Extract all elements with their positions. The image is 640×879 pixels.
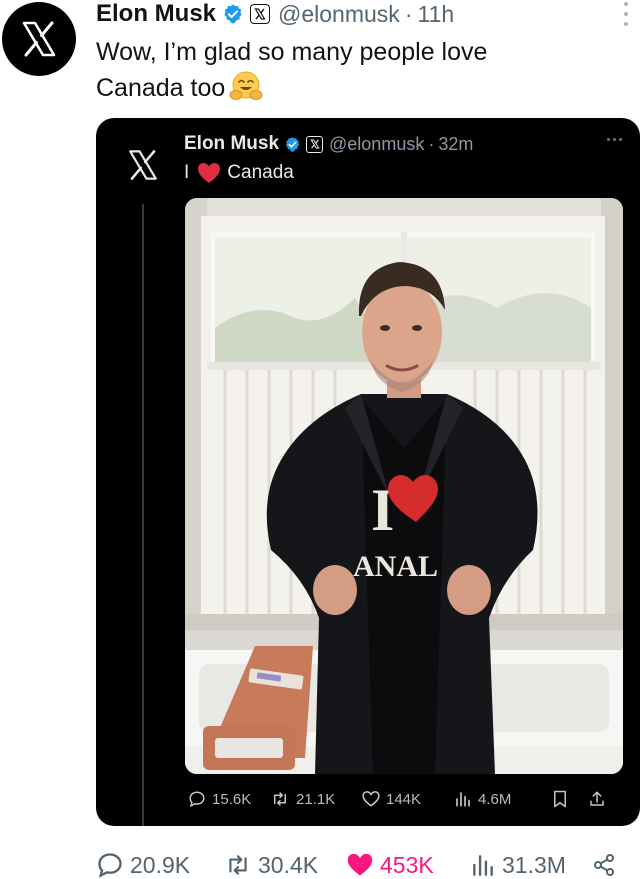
like-icon — [347, 853, 373, 876]
like-icon — [362, 791, 380, 807]
author-name[interactable]: Elon Musk — [96, 0, 216, 28]
quoted-views-button[interactable]: 4.6M — [454, 790, 552, 808]
reply-count: 20.9K — [130, 851, 191, 878]
quoted-post-header: Elon Musk @elonmusk · 32m — [184, 132, 473, 156]
like-button[interactable]: 453K — [346, 852, 470, 879]
post-text-line-2: Canada too — [96, 74, 226, 102]
quoted-reply-count: 15.6K — [212, 790, 252, 808]
quoted-bookmark-button[interactable] — [552, 790, 588, 808]
post-photo[interactable]: I ANAL — [185, 198, 623, 774]
post-header: Elon Musk @elonmusk · 11h — [96, 0, 454, 28]
quoted-like-count: 144K — [386, 790, 422, 808]
repost-icon — [274, 792, 286, 806]
more-options-icon[interactable] — [622, 2, 630, 26]
repost-button[interactable]: 30.4K — [224, 852, 346, 879]
post-text-line-1: Wow, I’m glad so many people love — [96, 38, 488, 66]
reply-icon — [189, 791, 205, 808]
quoted-post-card[interactable]: Elon Musk @elonmusk · 32m I Canada I ANA… — [96, 118, 640, 826]
share-icon — [594, 854, 614, 876]
repost-count: 30.4K — [258, 851, 319, 878]
reply-icon — [98, 853, 122, 878]
share-icon — [590, 791, 604, 806]
quoted-repost-count: 21.1K — [296, 790, 336, 808]
shirt-text: ANAL — [353, 550, 438, 583]
separator-dot: · — [428, 133, 435, 154]
post-time[interactable]: 11h — [417, 1, 454, 28]
separator-dot: · — [404, 0, 413, 27]
quoted-reply-button[interactable]: 15.6K — [188, 790, 270, 808]
quoted-post-text: I Canada — [184, 160, 294, 186]
share-button[interactable] — [592, 852, 616, 878]
repost-icon — [229, 855, 247, 875]
quoted-post-time[interactable]: 32m — [438, 134, 473, 155]
views-icon — [456, 792, 470, 807]
quoted-text-prefix: I — [184, 162, 190, 183]
reply-button[interactable]: 20.9K — [96, 851, 224, 879]
author-handle[interactable]: @elonmusk — [278, 1, 400, 28]
quoted-share-button[interactable] — [588, 790, 612, 808]
quoted-text-suffix: Canada — [227, 162, 294, 183]
bookmark-icon — [554, 790, 566, 808]
views-button[interactable]: 31.3M — [470, 852, 592, 879]
like-count: 453K — [380, 851, 434, 878]
quoted-views-count: 4.6M — [478, 790, 512, 808]
red-heart-emoji-icon — [197, 162, 221, 184]
post-text: Wow, I’m glad so many people love Canada… — [96, 34, 616, 112]
x-affiliate-badge-icon[interactable] — [306, 135, 324, 153]
post-actions: 20.9K 30.4K 453K 31.3M — [96, 848, 616, 879]
more-options-icon[interactable] — [607, 138, 622, 141]
quoted-author-name[interactable]: Elon Musk — [184, 133, 279, 155]
quoted-post-actions: 15.6K 21.1K 144K 4.6M — [188, 786, 620, 812]
x-logo-icon[interactable] — [126, 148, 160, 187]
quoted-like-button[interactable]: 144K — [362, 790, 454, 808]
quoted-author-handle[interactable]: @elonmusk — [329, 134, 424, 155]
hugging-face-emoji-icon — [229, 70, 263, 112]
quoted-repost-button[interactable]: 21.1K — [270, 790, 362, 808]
author-avatar[interactable] — [2, 2, 76, 76]
verified-badge-icon[interactable] — [284, 136, 301, 153]
views-count: 31.3M — [502, 851, 566, 878]
views-icon — [473, 855, 493, 876]
thread-line — [142, 204, 144, 826]
verified-badge-icon[interactable] — [222, 3, 244, 25]
x-affiliate-badge-icon[interactable] — [250, 4, 271, 24]
x-logo-icon — [22, 21, 56, 57]
